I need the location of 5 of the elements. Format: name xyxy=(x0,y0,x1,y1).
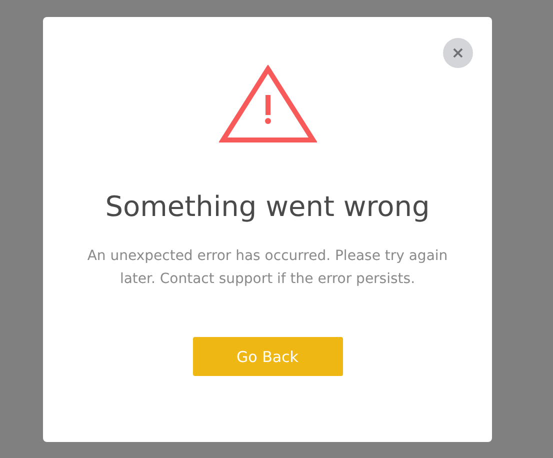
close-button[interactable]: × xyxy=(443,38,473,68)
error-message: An unexpected error has occurred. Please try again later. Contact support if the error persists. xyxy=(86,247,449,289)
dialog-title: Something went wrong xyxy=(105,190,430,223)
warning-icon xyxy=(218,65,316,143)
go-back-button[interactable]: Go Back xyxy=(192,337,342,376)
